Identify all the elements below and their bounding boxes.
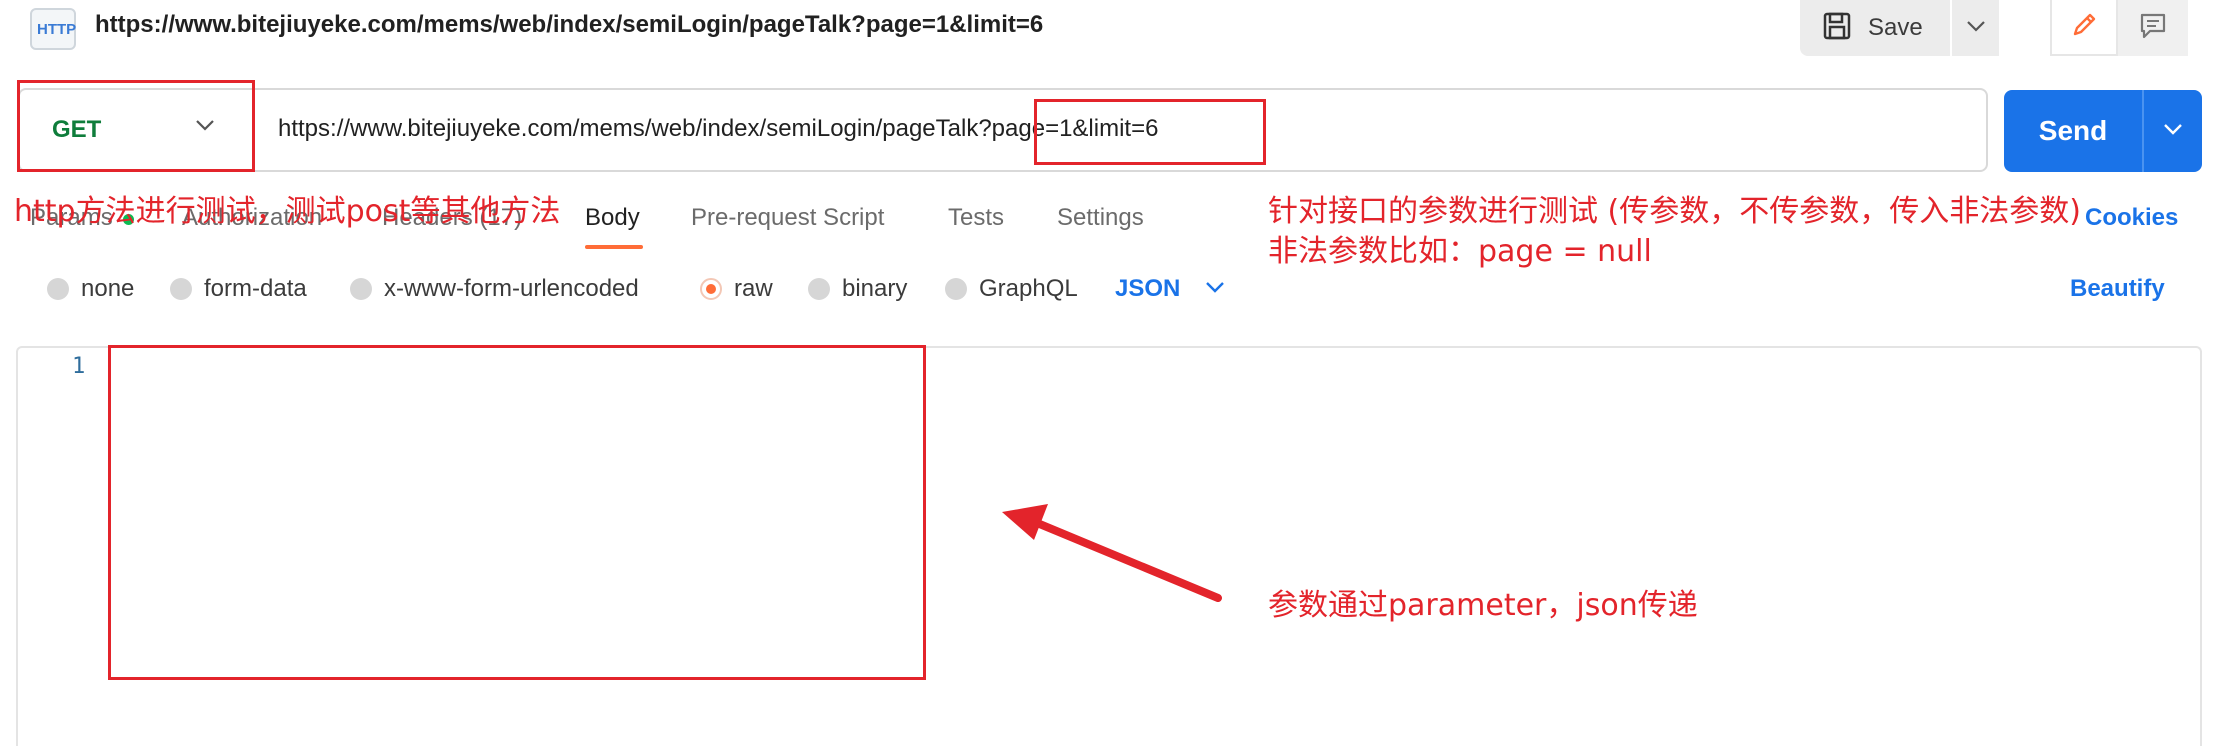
option-graphql-label[interactable]: GraphQL xyxy=(979,275,1078,303)
chevron-down-icon xyxy=(1966,19,1986,37)
radio-none[interactable] xyxy=(47,278,69,300)
save-dropdown-button[interactable] xyxy=(1950,0,1999,56)
comments-button[interactable] xyxy=(2118,0,2188,56)
tab-settings[interactable]: Settings xyxy=(1057,204,1144,232)
option-raw-label[interactable]: raw xyxy=(734,275,773,303)
active-tab-indicator xyxy=(585,245,643,249)
http-request-icon: HTTP xyxy=(30,8,76,50)
tab-pre-request-script[interactable]: Pre-request Script xyxy=(691,204,884,232)
beautify-button[interactable]: Beautify xyxy=(2070,275,2165,303)
annotation-method-box xyxy=(17,80,255,172)
annotation-params-box xyxy=(1034,99,1266,165)
line-number: 1 xyxy=(72,354,86,379)
format-select[interactable]: JSON xyxy=(1115,275,1180,303)
edit-button[interactable] xyxy=(2050,0,2118,56)
option-none-label[interactable]: none xyxy=(81,275,134,303)
option-form-data-label[interactable]: form-data xyxy=(204,275,307,303)
option-urlencoded-label[interactable]: x-www-form-urlencoded xyxy=(384,275,639,303)
radio-raw[interactable] xyxy=(700,278,722,300)
annotation-body-note: 参数通过parameter，json传递 xyxy=(1268,588,1698,623)
url-input[interactable]: https://www.bitejiuyeke.com/mems/web/ind… xyxy=(278,115,1158,143)
option-binary-label[interactable]: binary xyxy=(842,275,907,303)
pencil-icon xyxy=(2069,10,2099,45)
annotation-params-note-2: 非法参数比如：page = null xyxy=(1268,234,1652,269)
request-title: https://www.bitejiuyeke.com/mems/web/ind… xyxy=(95,11,1044,38)
chevron-down-icon[interactable] xyxy=(1205,280,1225,298)
annotation-method-note: http方法进行测试，测试post等其他方法 xyxy=(14,194,561,229)
tab-tests[interactable]: Tests xyxy=(948,204,1004,232)
comment-icon xyxy=(2138,11,2168,46)
chevron-down-icon xyxy=(2163,122,2183,140)
tab-body[interactable]: Body xyxy=(585,204,640,232)
radio-binary[interactable] xyxy=(808,278,830,300)
send-button[interactable]: Send xyxy=(2004,90,2142,172)
http-icon-text: HTTP xyxy=(37,21,77,38)
save-icon xyxy=(1822,11,1852,46)
annotation-arrow xyxy=(1002,504,1222,602)
cookies-link[interactable]: Cookies xyxy=(2085,204,2178,232)
radio-graphql[interactable] xyxy=(945,278,967,300)
radio-x-www-form-urlencoded[interactable] xyxy=(350,278,372,300)
radio-form-data[interactable] xyxy=(170,278,192,300)
send-dropdown-button[interactable] xyxy=(2142,90,2202,172)
annotation-params-note-1: 针对接口的参数进行测试 (传参数，不传参数，传入非法参数) xyxy=(1268,194,2081,229)
save-label: Save xyxy=(1868,14,1923,41)
annotation-body-box xyxy=(108,345,926,680)
save-button[interactable]: Save xyxy=(1800,0,1950,56)
